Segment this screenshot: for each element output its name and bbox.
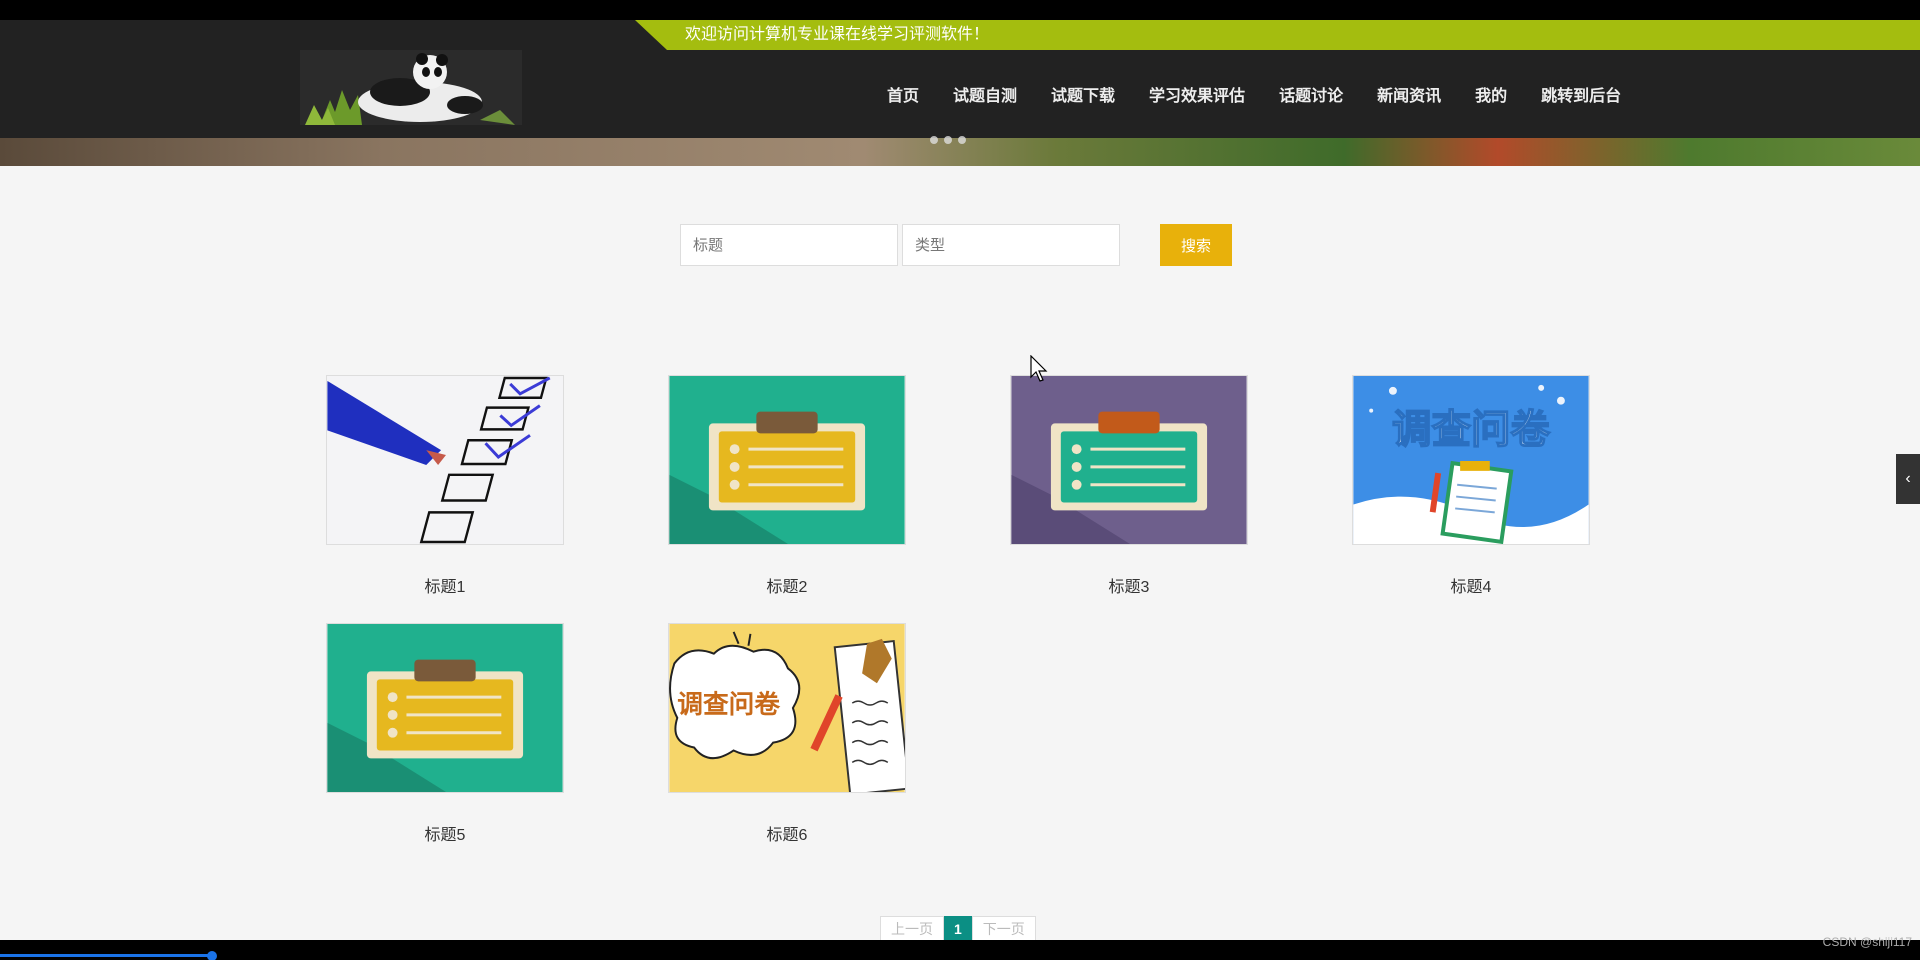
item-card[interactable]: 调查问卷 标题4 <box>1352 375 1590 597</box>
item-card[interactable]: 标题5 <box>326 623 564 845</box>
mouse-cursor-icon <box>1030 355 1048 382</box>
title-search-input[interactable] <box>680 224 898 266</box>
item-title[interactable]: 标题6 <box>668 821 906 845</box>
welcome-text: 欢迎访问计算机专业课在线学习评测软件！ <box>685 26 990 43</box>
clipboard-image-teal[interactable] <box>326 623 564 793</box>
prev-page-button[interactable]: 上一页 <box>880 916 944 940</box>
bottom-bar <box>0 940 1920 960</box>
banner-dots <box>930 136 966 144</box>
banner-dot[interactable] <box>930 136 938 144</box>
search-button[interactable]: 搜索 <box>1160 224 1232 266</box>
item-title[interactable]: 标题2 <box>668 573 906 597</box>
header: 欢迎访问计算机专业课在线学习评测软件！ 首页 试题自测 试题下载 学习效果评估 … <box>0 20 1920 138</box>
clipboard-image-teal[interactable] <box>668 375 906 545</box>
chevron-left-icon: ‹ <box>1905 470 1911 487</box>
search-row: 搜索 <box>680 224 1232 266</box>
item-card[interactable]: 标题1 <box>326 375 564 597</box>
survey-comic-image[interactable]: 调查问卷 <box>668 623 906 793</box>
next-page-button[interactable]: 下一页 <box>971 916 1036 940</box>
page-number-button[interactable]: 1 <box>944 916 972 940</box>
clipboard-image-purple[interactable] <box>1010 375 1248 545</box>
item-card[interactable]: 调查问卷 标题6 <box>668 623 906 845</box>
nav-news[interactable]: 新闻资讯 <box>1360 82 1458 106</box>
survey-image-text: 调查问卷 <box>1392 407 1551 453</box>
side-collapse-tab[interactable]: ‹ <box>1896 454 1920 504</box>
item-title[interactable]: 标题4 <box>1352 573 1590 597</box>
banner-dot[interactable] <box>958 136 966 144</box>
video-progress-bar[interactable] <box>0 954 212 957</box>
nav-self-test[interactable]: 试题自测 <box>936 82 1034 106</box>
nav-download[interactable]: 试题下载 <box>1034 82 1132 106</box>
survey-banner-image[interactable]: 调查问卷 <box>1352 375 1590 545</box>
pagination: 上一页 1 下一页 <box>880 916 1036 940</box>
nav-evaluation[interactable]: 学习效果评估 <box>1132 82 1262 106</box>
item-card[interactable]: 标题2 <box>668 375 906 597</box>
panda-logo[interactable] <box>300 50 522 125</box>
checklist-image[interactable] <box>326 375 564 545</box>
nav-home[interactable]: 首页 <box>870 82 936 106</box>
page: 欢迎访问计算机专业课在线学习评测软件！ 首页 试题自测 试题下载 学习效果评估 … <box>0 20 1920 940</box>
watermark: CSDN @shiji117 <box>1822 935 1912 949</box>
progress-knob[interactable] <box>207 951 217 960</box>
banner-dot[interactable] <box>944 136 952 144</box>
type-search-input[interactable] <box>902 224 1120 266</box>
nav-mine[interactable]: 我的 <box>1458 82 1524 106</box>
nav-discussion[interactable]: 话题讨论 <box>1262 82 1360 106</box>
survey-image-text: 调查问卷 <box>677 690 780 720</box>
item-title[interactable]: 标题5 <box>326 821 564 845</box>
item-title[interactable]: 标题1 <box>326 573 564 597</box>
item-title[interactable]: 标题3 <box>1010 573 1248 597</box>
main-nav: 首页 试题自测 试题下载 学习效果评估 话题讨论 新闻资讯 我的 跳转到后台 <box>870 82 1638 106</box>
nav-admin[interactable]: 跳转到后台 <box>1524 82 1638 106</box>
item-card[interactable]: 标题3 <box>1010 375 1248 597</box>
